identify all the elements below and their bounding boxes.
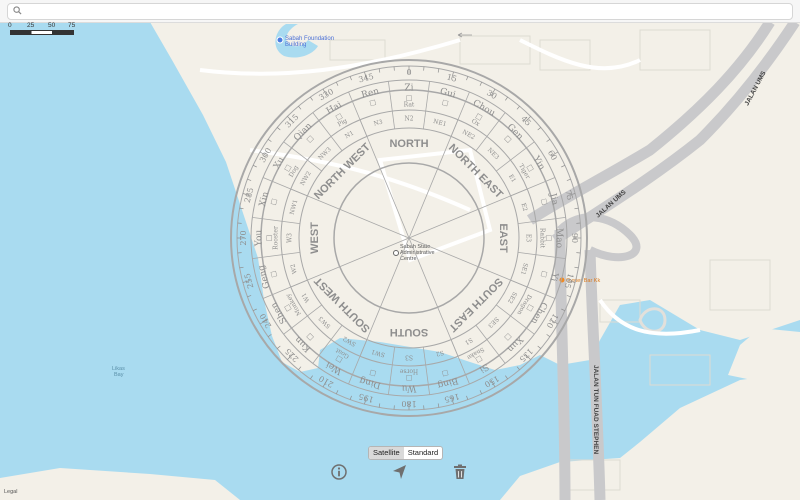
foundation-building-label-2: Building xyxy=(285,42,306,48)
degree-label: 255 xyxy=(243,272,256,289)
mountain-name: You xyxy=(255,230,265,248)
degree-tick xyxy=(437,403,440,408)
degree-tick xyxy=(335,390,339,395)
subdirection-label: E3 xyxy=(525,234,532,242)
mountain-name: Zi xyxy=(404,84,413,94)
scale-label-50: 50 xyxy=(48,22,56,29)
direction-label: NORTH xyxy=(389,138,428,150)
subdirection-label: W3 xyxy=(287,233,294,243)
degree-tick xyxy=(479,390,483,395)
degree-tick xyxy=(267,334,272,337)
land-sw xyxy=(0,468,240,500)
likas-bay-label-2: Bay xyxy=(114,372,124,378)
top-bar xyxy=(0,0,800,23)
sector-divider xyxy=(387,347,396,395)
search-field[interactable] xyxy=(7,3,793,20)
mountain-animal: Horse xyxy=(399,368,418,375)
degree-tick xyxy=(310,375,313,380)
mountain-animal: Rat xyxy=(404,102,415,109)
sector-divider xyxy=(422,347,431,395)
subdirection-label: S3 xyxy=(405,354,413,361)
mountain-glyph: □ xyxy=(441,369,449,378)
trash-icon[interactable] xyxy=(450,462,470,482)
degree-tick xyxy=(505,375,508,380)
road-ring xyxy=(638,307,667,333)
scale-label-25: 25 xyxy=(27,22,35,29)
scale-bar-graphic xyxy=(10,30,74,35)
degree-label: 165 xyxy=(443,392,460,405)
road-tun-fuad-a xyxy=(554,229,571,500)
scale-label-0: 0 xyxy=(8,22,12,29)
degree-tick xyxy=(349,395,352,400)
degree-tick xyxy=(378,403,381,408)
direction-label: EAST xyxy=(497,223,509,253)
land-south xyxy=(500,372,800,500)
degree-label: 0 xyxy=(406,68,411,77)
subdirection-label: SW1 xyxy=(370,348,385,358)
mountain-name: Wu xyxy=(401,383,416,393)
degree-tick xyxy=(466,395,469,400)
scale-bar: 0 25 50 75 m xyxy=(8,22,78,36)
degree-label: 195 xyxy=(358,392,375,405)
direction-label: WEST xyxy=(309,222,321,254)
degree-tick xyxy=(239,266,244,269)
foundation-building-pin xyxy=(276,36,284,44)
mountain-animal: Rooster xyxy=(273,226,280,250)
degree-label: 270 xyxy=(239,230,248,245)
satellite-button[interactable]: Satellite xyxy=(369,447,404,459)
map-canvas[interactable]: JALAN UMS JALAN UMS JALAN TUN FUAD STEPH… xyxy=(0,0,800,500)
degree-tick xyxy=(516,366,520,370)
search-icon xyxy=(13,6,22,15)
mountain-glyph: □ xyxy=(369,369,377,378)
subdirection-label: N2 xyxy=(404,116,413,123)
admin-centre-label-3: Centre xyxy=(400,256,417,262)
degree-label: 90 xyxy=(570,233,579,243)
legal-link[interactable]: Legal xyxy=(4,489,17,495)
degree-tick xyxy=(252,308,257,312)
standard-button[interactable]: Standard xyxy=(404,447,442,459)
admin-centre-pin xyxy=(393,250,399,256)
degree-label: 180 xyxy=(401,399,416,408)
map-type-toggle: Satellite Standard xyxy=(368,446,444,460)
road-label-tun-fuad: JALAN TUN FUAD STEPHEN xyxy=(592,365,599,455)
mountain-animal: Rabbit xyxy=(539,228,546,249)
mountain-name: Mao xyxy=(554,228,564,248)
direction-label: SOUTH xyxy=(390,326,429,338)
info-icon[interactable] xyxy=(329,462,349,482)
location-arrow-icon[interactable] xyxy=(390,462,410,482)
degree-tick xyxy=(247,295,252,298)
